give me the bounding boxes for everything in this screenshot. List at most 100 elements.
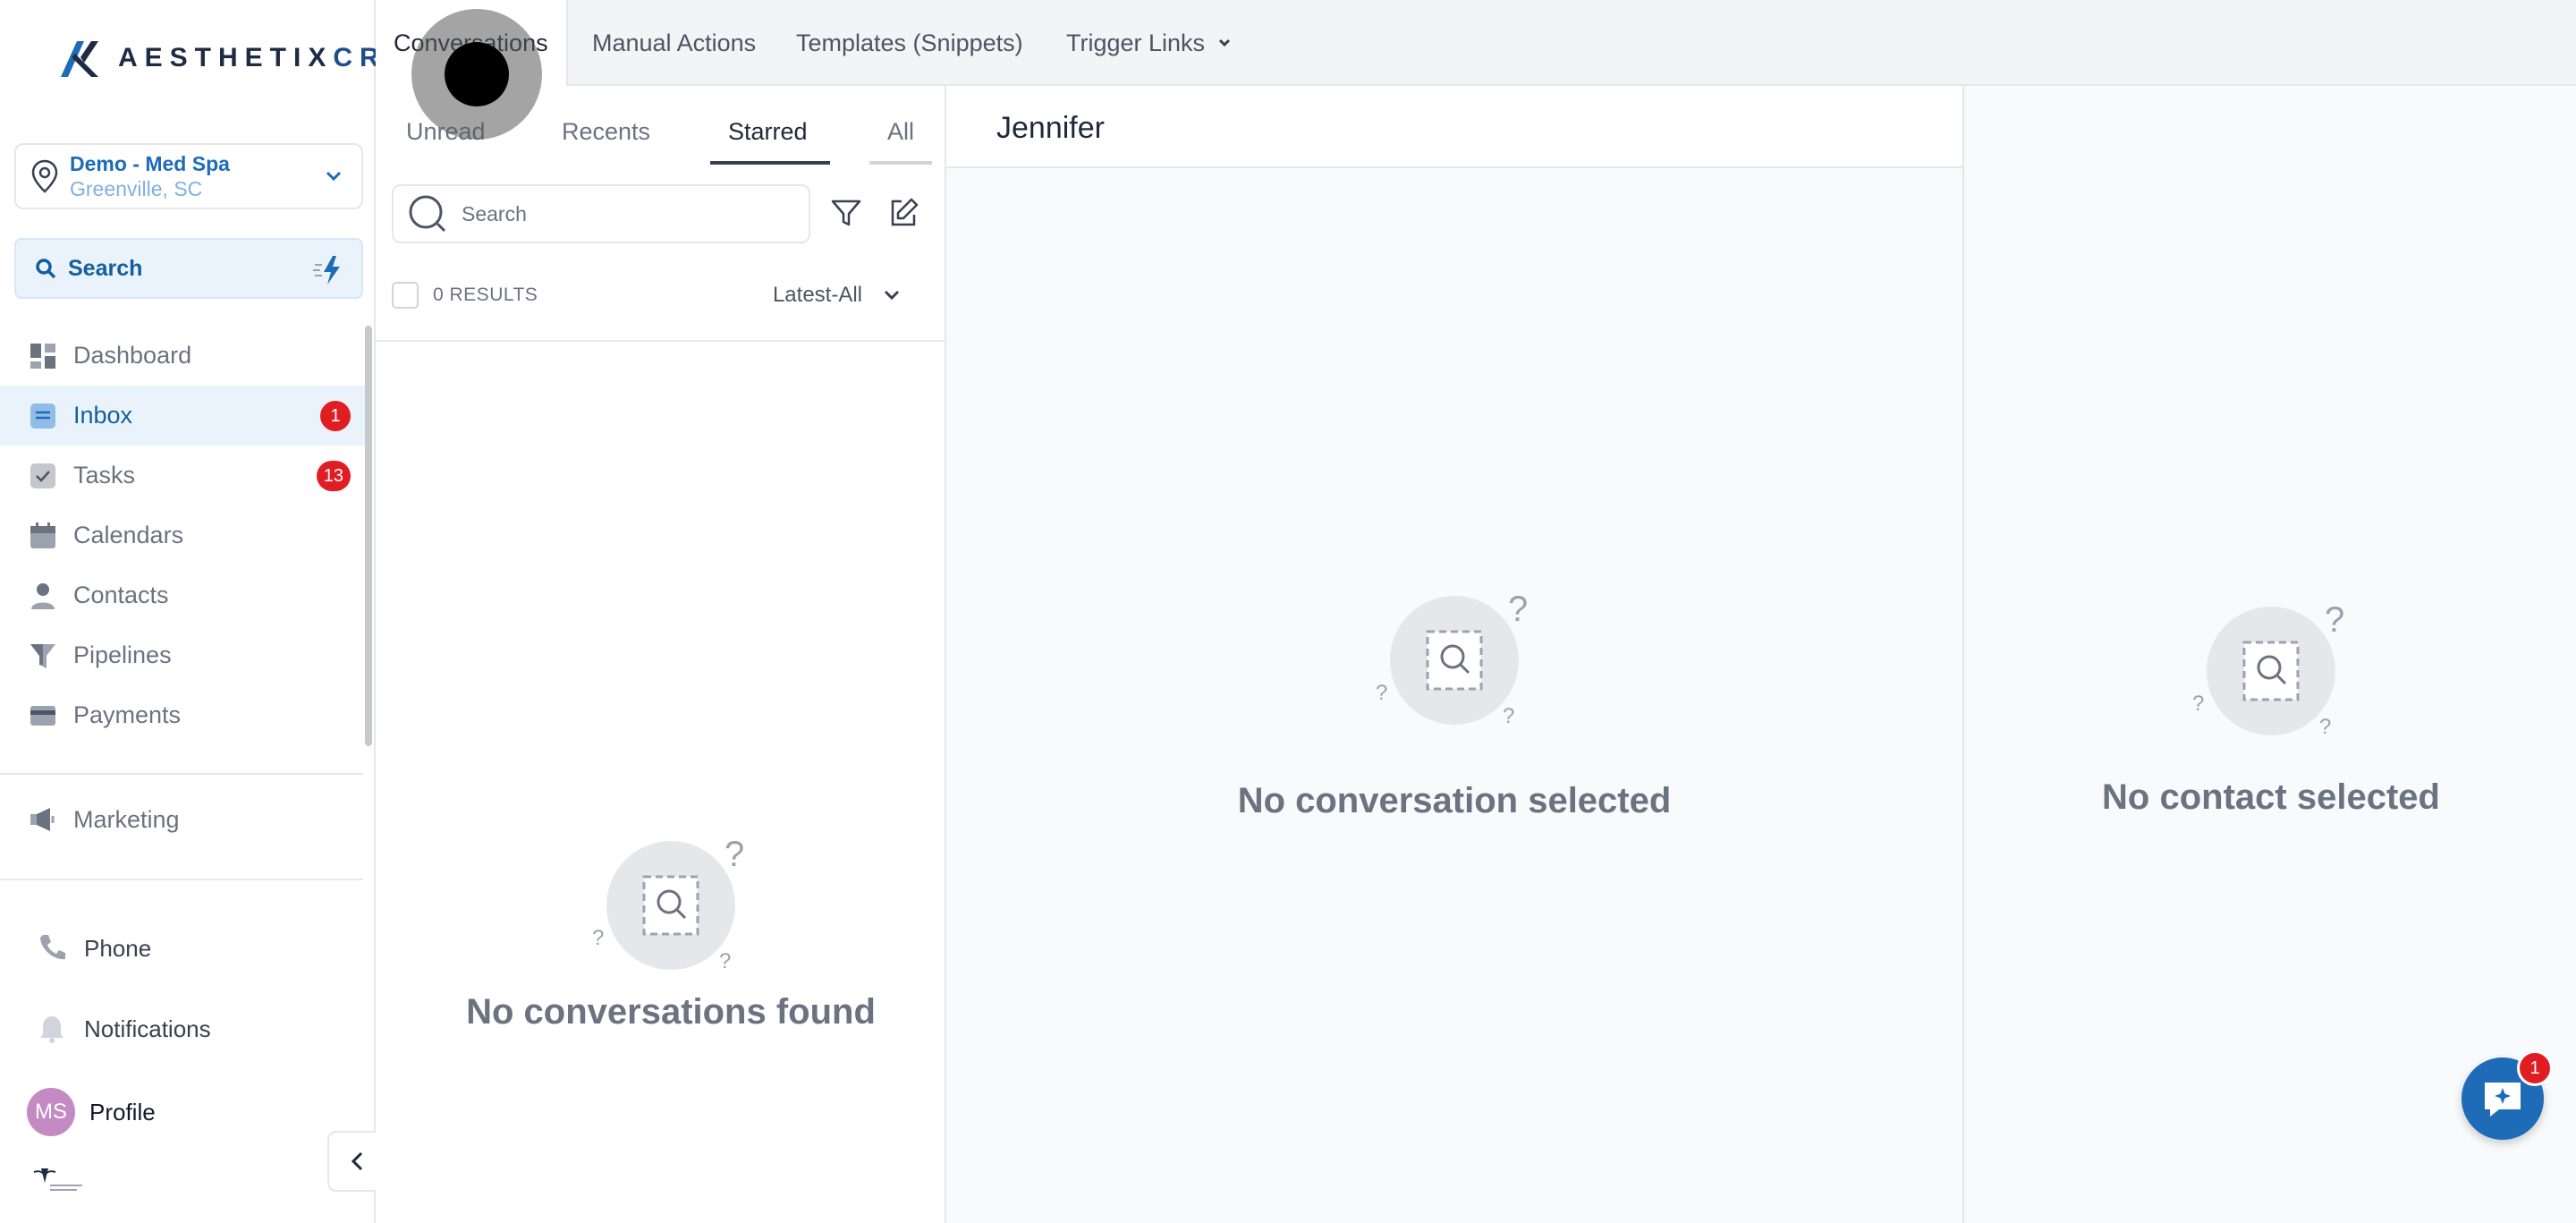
global-search-button[interactable]: Search: [14, 238, 363, 299]
chat-unread-badge: 1: [2517, 1050, 2553, 1086]
notifications-label: Notifications: [84, 1015, 211, 1042]
sidebar-item-label: Calendars: [73, 522, 184, 548]
sidebar-item-tasks[interactable]: Tasks 13: [0, 446, 365, 505]
hipaa-badge-icon: [33, 1168, 82, 1191]
tab-indicator: [869, 161, 932, 165]
avatar: MS: [27, 1088, 75, 1136]
contacts-icon: [29, 582, 57, 610]
svg-text:?: ?: [2319, 715, 2331, 739]
sidebar-nav: Dashboard Inbox 1 Tasks 13 Calendars Con…: [0, 326, 365, 745]
contact-details-panel: ? ? ? No contact selected: [1962, 86, 2576, 1223]
inbox-icon: [29, 402, 57, 430]
phone-icon: [40, 935, 65, 960]
chevron-left-icon: [351, 1151, 363, 1171]
sidebar-item-label: Dashboard: [73, 342, 192, 369]
sidebar-item-inbox[interactable]: Inbox 1: [0, 386, 365, 446]
sidebar-item-phone[interactable]: Phone: [36, 932, 151, 964]
svg-text:?: ?: [724, 835, 744, 874]
sidebar-item-marketing[interactable]: Marketing: [29, 805, 180, 834]
search-icon: [36, 259, 56, 279]
conversation-list-panel: Unread Recents Starred All Search 0 RESU…: [376, 86, 946, 1223]
sidebar-item-profile[interactable]: MS Profile: [27, 1088, 156, 1136]
conversation-search-input[interactable]: Search: [392, 184, 810, 243]
app-root: AESTHETIXCRM Demo - Med Spa Greenville, …: [0, 0, 2576, 1223]
tab-templates[interactable]: Templates (Snippets): [796, 0, 1023, 86]
top-tab-bar: Conversations Manual Actions Templates (…: [376, 0, 2576, 86]
payments-icon: [29, 701, 57, 730]
empty-state-conversation: ? ? ? No conversation selected: [1186, 589, 1723, 821]
location-switcher[interactable]: Demo - Med Spa Greenville, SC: [14, 143, 363, 209]
sidebar-item-label: Inbox: [73, 402, 133, 429]
location-name: Demo - Med Spa: [70, 152, 230, 175]
sidebar-item-pipelines[interactable]: Pipelines: [0, 625, 365, 685]
sidebar-divider: [0, 773, 363, 775]
sort-dropdown[interactable]: Latest-All: [773, 283, 902, 308]
empty-state-title: No conversations found: [466, 992, 876, 1032]
select-all-checkbox[interactable]: [392, 282, 419, 309]
search-placeholder: Search: [462, 201, 527, 225]
trigger-links-label: Trigger Links: [1066, 29, 1206, 56]
svg-text:?: ?: [719, 949, 731, 973]
results-count: 0 RESULTS: [433, 285, 538, 305]
svg-text:?: ?: [2325, 600, 2344, 640]
inbox-count-badge: 1: [320, 401, 351, 431]
compose-icon[interactable]: [887, 197, 919, 229]
tab-manual-actions[interactable]: Manual Actions: [592, 0, 756, 86]
lightning-icon[interactable]: [311, 252, 347, 288]
sidebar: AESTHETIXCRM Demo - Med Spa Greenville, …: [0, 0, 409, 1223]
calendar-icon: [29, 522, 57, 550]
svg-text:?: ?: [1508, 590, 1528, 629]
active-tab-indicator: [710, 161, 830, 165]
empty-search-illustration-icon: ? ? ?: [2192, 600, 2344, 739]
brand-logo[interactable]: AESTHETIXCRM: [57, 36, 416, 81]
sort-label: Latest-All: [772, 283, 862, 307]
tab-trigger-links[interactable]: Trigger Links: [1066, 0, 1233, 86]
chevron-down-icon: [1219, 38, 1231, 47]
sidebar-item-notifications[interactable]: Notifications: [36, 1013, 211, 1045]
list-divider: [376, 340, 946, 342]
sidebar-divider: [0, 879, 363, 880]
sidebar-item-dashboard[interactable]: Dashboard: [0, 326, 365, 386]
profile-label: Profile: [89, 1098, 156, 1125]
bell-icon: [40, 1016, 64, 1043]
svg-text:?: ?: [592, 926, 604, 950]
phone-label: Phone: [84, 934, 152, 962]
sidebar-item-label: Contacts: [73, 582, 169, 608]
location-city: Greenville, SC: [70, 177, 203, 200]
sidebar-item-payments[interactable]: Payments: [0, 685, 365, 745]
sidebar-item-calendars[interactable]: Calendars: [0, 505, 365, 565]
search-label: Search: [68, 255, 143, 281]
chevron-down-icon: [326, 171, 342, 182]
empty-search-illustration-icon: ? ? ?: [1376, 590, 1528, 728]
tab-all[interactable]: All: [887, 118, 914, 163]
chat-sparkle-icon: [2485, 1083, 2521, 1117]
conversation-panel: Jennifer ? ? ? No conversation selected: [946, 86, 1962, 1223]
pipelines-icon: [29, 641, 57, 670]
empty-search-illustration-icon: ? ? ?: [592, 835, 744, 973]
empty-state-title: No contact selected: [2102, 777, 2440, 817]
sidebar-item-contacts[interactable]: Contacts: [0, 565, 365, 625]
marketing-label: Marketing: [73, 805, 180, 833]
empty-state-conversations: ? ? ? No conversations found: [420, 834, 921, 1032]
tasks-count-badge: 13: [316, 461, 351, 491]
sidebar-item-label: Payments: [73, 701, 182, 728]
location-pin-icon: [31, 159, 58, 193]
conversation-header: Jennifer: [946, 86, 1962, 168]
contact-name: Jennifer: [996, 111, 1105, 145]
dashboard-icon: [29, 342, 57, 370]
empty-state-title: No conversation selected: [1237, 781, 1672, 820]
results-bar: 0 RESULTS Latest-All: [392, 277, 928, 313]
tab-starred[interactable]: Starred: [728, 118, 808, 163]
svg-text:?: ?: [1376, 681, 1387, 705]
sidebar-item-label: Tasks: [73, 462, 136, 488]
chevron-down-icon: [884, 290, 900, 301]
empty-state-contact: ? ? ? No contact selected: [2003, 599, 2539, 818]
filter-icon[interactable]: [830, 197, 862, 229]
megaphone-icon: [30, 808, 55, 831]
brand-name: AESTHETIXCRM: [118, 43, 416, 72]
sidebar-scrollbar[interactable]: [365, 326, 372, 746]
sidebar-item-label: Pipelines: [73, 641, 172, 668]
logo-icon: [61, 41, 98, 77]
tab-recents[interactable]: Recents: [562, 118, 650, 163]
click-indicator-dot: [445, 42, 509, 106]
